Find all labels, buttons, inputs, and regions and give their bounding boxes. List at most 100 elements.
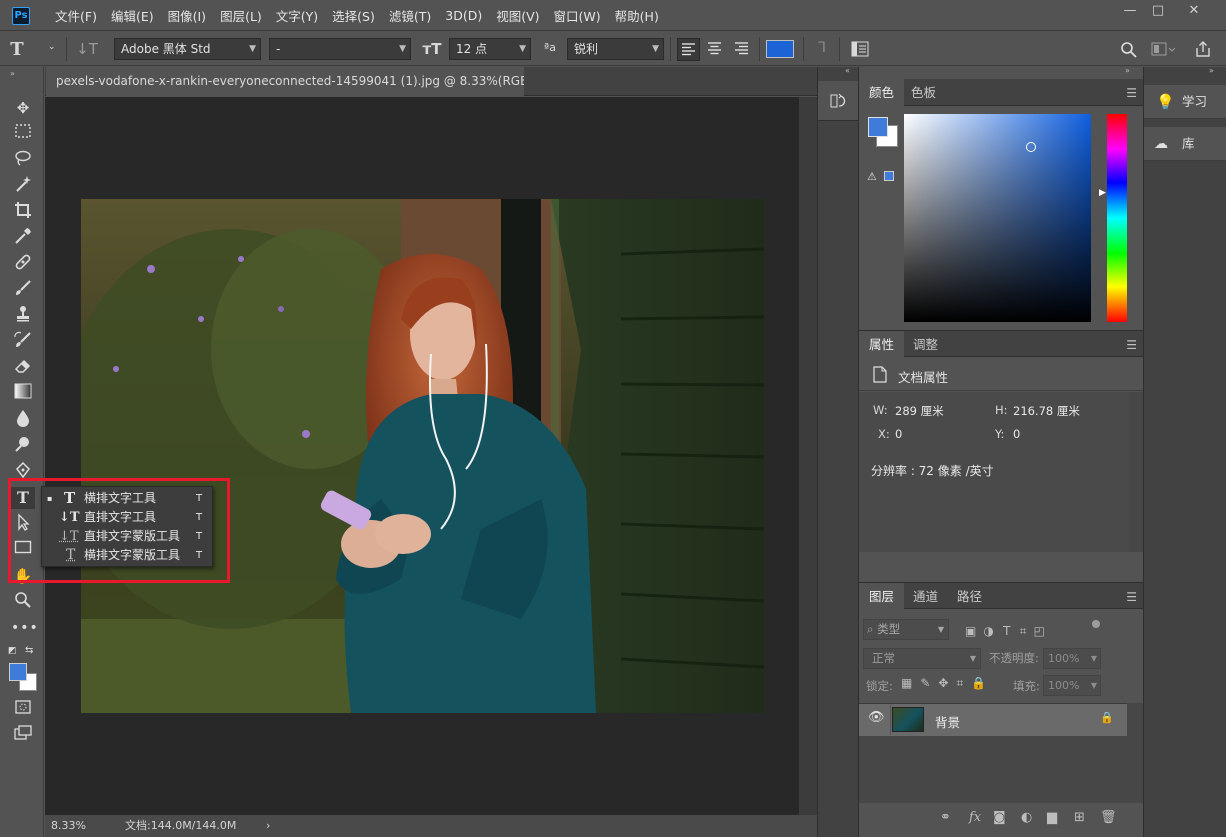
web-safe-color-swatch[interactable] bbox=[884, 171, 894, 181]
new-group-icon[interactable]: ▆ bbox=[1047, 810, 1057, 825]
zoom-tool-icon[interactable] bbox=[11, 591, 35, 613]
history-panel-button[interactable] bbox=[818, 81, 858, 121]
adjustment-layer-icon[interactable]: ◐ bbox=[1021, 810, 1032, 825]
gradient-tool-icon[interactable] bbox=[11, 383, 35, 405]
move-tool-icon[interactable]: ✥ bbox=[11, 97, 35, 119]
marquee-tool-icon[interactable] bbox=[11, 123, 35, 145]
share-icon[interactable] bbox=[1194, 40, 1212, 58]
menu-layer[interactable]: 图层(L) bbox=[213, 6, 269, 25]
font-style-dropdown[interactable]: - ▼ bbox=[269, 38, 411, 60]
y-value[interactable]: 0 bbox=[1013, 427, 1020, 441]
healing-brush-tool-icon[interactable] bbox=[11, 253, 35, 275]
default-colors-icon[interactable]: ◩ bbox=[8, 646, 17, 656]
character-panel-icon[interactable] bbox=[851, 41, 869, 57]
layers-scrollbar[interactable] bbox=[1127, 703, 1143, 803]
gamut-warning-icon[interactable]: ⚠ bbox=[867, 170, 877, 183]
quick-mask-icon[interactable] bbox=[11, 699, 35, 721]
tab-adjustments[interactable]: 调整 bbox=[903, 331, 948, 358]
align-center-button[interactable] bbox=[704, 38, 727, 61]
minimize-button[interactable]: — bbox=[1121, 3, 1139, 19]
brush-tool-icon[interactable] bbox=[11, 279, 35, 301]
delete-layer-icon[interactable]: 🗑 bbox=[1100, 810, 1117, 825]
toggle-orientation-icon[interactable]: ↓T bbox=[76, 40, 98, 58]
crop-tool-icon[interactable] bbox=[11, 201, 35, 223]
warp-text-icon[interactable]: Ꞁ bbox=[812, 40, 832, 56]
layer-filter-dropdown[interactable]: ⌕ 类型 ▼ bbox=[863, 619, 949, 640]
menu-3d[interactable]: 3D(D) bbox=[438, 8, 489, 23]
opacity-field[interactable]: 100% ▼ bbox=[1043, 648, 1101, 669]
filter-toggle-icon[interactable] bbox=[1092, 620, 1100, 628]
magic-wand-tool-icon[interactable] bbox=[11, 175, 35, 197]
tab-color[interactable]: 颜色 bbox=[859, 79, 905, 106]
panel-menu-icon[interactable]: ☰ bbox=[1126, 590, 1137, 604]
document-tab[interactable]: pexels-vodafone-x-rankin-everyoneconnect… bbox=[46, 67, 524, 96]
menu-window[interactable]: 窗口(W) bbox=[547, 6, 608, 25]
menu-help[interactable]: 帮助(H) bbox=[608, 6, 666, 25]
blend-mode-dropdown[interactable]: 正常 ▼ bbox=[863, 648, 981, 669]
collapse-panel-icon[interactable]: « bbox=[845, 66, 850, 75]
fill-field[interactable]: 100% ▼ bbox=[1043, 675, 1101, 696]
panel-menu-icon[interactable]: ☰ bbox=[1126, 338, 1137, 352]
visibility-eye-icon[interactable]: 👁 bbox=[868, 710, 885, 725]
blur-tool-icon[interactable] bbox=[11, 409, 35, 431]
width-value[interactable]: 289 厘米 bbox=[895, 403, 944, 419]
add-mask-icon[interactable]: ◙ bbox=[993, 810, 1006, 825]
layer-thumbnail[interactable] bbox=[892, 707, 924, 732]
properties-scrollbar[interactable] bbox=[1129, 392, 1143, 552]
eraser-tool-icon[interactable] bbox=[11, 357, 35, 379]
dodge-tool-icon[interactable] bbox=[11, 435, 35, 457]
chevron-down-icon[interactable]: ⌄ bbox=[48, 42, 56, 52]
menu-image[interactable]: 图像(I) bbox=[161, 6, 213, 25]
antialias-dropdown[interactable]: 锐利 ▼ bbox=[567, 38, 664, 60]
color-picker-cursor[interactable] bbox=[1026, 142, 1036, 152]
tab-swatches[interactable]: 色板 bbox=[901, 79, 946, 106]
layer-name[interactable]: 背景 bbox=[935, 712, 960, 731]
tab-layers[interactable]: 图层 bbox=[859, 583, 905, 610]
menu-filter[interactable]: 滤镜(T) bbox=[382, 6, 438, 25]
history-brush-tool-icon[interactable] bbox=[11, 331, 35, 353]
menu-type[interactable]: 文字(Y) bbox=[269, 6, 325, 25]
color-field[interactable] bbox=[904, 114, 1091, 322]
collapse-panel-icon[interactable]: » bbox=[1209, 66, 1214, 75]
fx-icon[interactable]: fx bbox=[969, 810, 981, 825]
layer-filter-icons[interactable]: ▣◑Ｔ⌗◰ bbox=[965, 622, 1052, 639]
link-layers-icon[interactable]: ⚭ bbox=[940, 810, 951, 825]
collapse-panel-icon[interactable]: » bbox=[1125, 66, 1130, 75]
font-family-dropdown[interactable]: Adobe 黑体 Std ▼ bbox=[114, 38, 261, 60]
tab-properties[interactable]: 属性 bbox=[859, 331, 905, 358]
menu-file[interactable]: 文件(F) bbox=[48, 6, 104, 25]
lock-options-icons[interactable]: ▦✎✥⌗🔒 bbox=[901, 676, 994, 691]
menu-select[interactable]: 选择(S) bbox=[325, 6, 382, 25]
foreground-color-swatch[interactable] bbox=[868, 117, 888, 137]
document-image[interactable] bbox=[81, 199, 764, 713]
clone-stamp-tool-icon[interactable] bbox=[11, 305, 35, 327]
text-color-swatch[interactable] bbox=[766, 40, 794, 58]
collapse-panel-icon[interactable]: » bbox=[10, 69, 15, 78]
close-button[interactable]: ✕ bbox=[1185, 3, 1203, 19]
menu-view[interactable]: 视图(V) bbox=[489, 6, 546, 25]
align-left-button[interactable] bbox=[677, 38, 700, 61]
vertical-scrollbar[interactable] bbox=[799, 97, 817, 815]
zoom-level[interactable]: 8.33% bbox=[51, 815, 86, 837]
new-layer-icon[interactable]: ⊞ bbox=[1074, 810, 1085, 825]
screen-mode-icon[interactable] bbox=[11, 725, 35, 747]
more-tools-icon[interactable]: ••• bbox=[11, 617, 38, 639]
layer-row[interactable]: 👁 背景 🔒 bbox=[859, 704, 1127, 736]
foreground-color-swatch[interactable] bbox=[9, 663, 27, 681]
workspace-icon[interactable] bbox=[1151, 42, 1176, 58]
search-icon[interactable] bbox=[1120, 41, 1138, 59]
libraries-panel-button[interactable]: ☁ 库 bbox=[1144, 127, 1226, 161]
hue-slider[interactable] bbox=[1107, 114, 1127, 322]
menu-edit[interactable]: 编辑(E) bbox=[104, 6, 161, 25]
restore-button[interactable]: □ bbox=[1149, 3, 1167, 19]
hue-slider-handle-icon[interactable]: ▶ bbox=[1099, 188, 1106, 198]
type-tool-preset-icon[interactable]: T bbox=[6, 39, 28, 60]
status-menu-arrow[interactable]: › bbox=[266, 815, 270, 837]
x-value[interactable]: 0 bbox=[895, 427, 902, 441]
tab-channels[interactable]: 通道 bbox=[903, 583, 948, 610]
font-size-dropdown[interactable]: 12 点 ▼ bbox=[449, 38, 531, 60]
panel-menu-icon[interactable]: ☰ bbox=[1126, 86, 1137, 100]
tab-paths[interactable]: 路径 bbox=[947, 583, 992, 610]
lasso-tool-icon[interactable] bbox=[11, 149, 35, 171]
align-right-button[interactable] bbox=[731, 38, 754, 61]
